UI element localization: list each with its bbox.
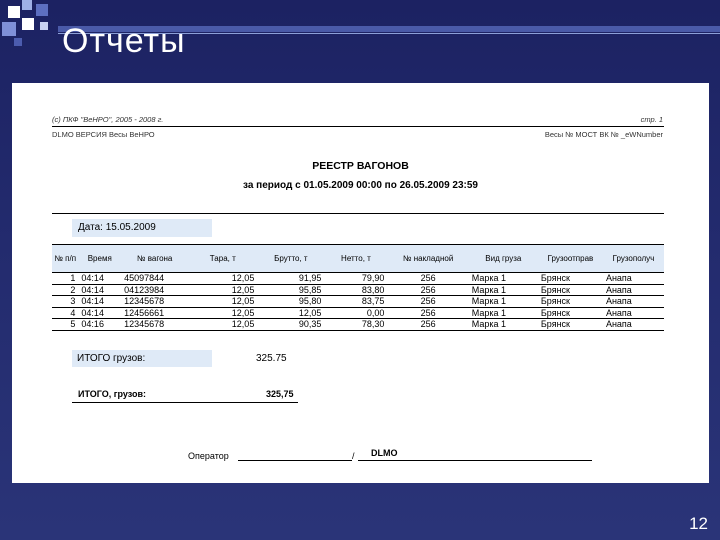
cell: 78,30 — [324, 318, 388, 331]
title-divider — [52, 213, 664, 214]
table-header-row: № п/п Время № вагона Тара, т Брутто, т Н… — [52, 244, 664, 273]
slide-header: Отчеты — [0, 0, 720, 62]
cell: 12,05 — [188, 295, 258, 308]
cell: Анапа — [602, 272, 664, 285]
col-header: № вагона — [121, 244, 189, 273]
cell: 83,80 — [324, 284, 388, 296]
cell: 0,00 — [324, 307, 388, 319]
cell: 256 — [387, 307, 469, 319]
cell: 83,75 — [324, 295, 388, 308]
cell: 12,05 — [188, 307, 258, 319]
col-header: Брутто, т — [257, 244, 325, 273]
cell: 04:14 — [78, 272, 122, 285]
operator-label: Оператор — [188, 451, 229, 461]
cell: 04:14 — [78, 295, 122, 308]
date-box: Дата: 15.05.2009 — [72, 219, 212, 237]
cell: 12345678 — [121, 295, 189, 308]
col-header: Нетто, т — [324, 244, 388, 273]
header-divider — [52, 126, 664, 127]
cell: Брянск — [537, 307, 603, 319]
cell: 256 — [387, 318, 469, 331]
date-value: 15.05.2009 — [105, 222, 156, 233]
name-line — [358, 460, 592, 461]
total2-value: 325,75 — [266, 389, 294, 399]
signature-line — [238, 460, 352, 461]
cell: Анапа — [602, 295, 664, 308]
cell: 12456661 — [121, 307, 189, 319]
cell: 95,80 — [257, 295, 325, 308]
col-header: Вид груза — [468, 244, 538, 273]
cell: 1 — [52, 272, 79, 285]
table-row: 5 04:16 12345678 12,05 90,35 78,30 256 М… — [52, 318, 664, 331]
cell: Брянск — [537, 295, 603, 308]
cell: 256 — [387, 295, 469, 308]
cell: 3 — [52, 295, 79, 308]
report-period: за период с 01.05.2009 00:00 по 26.05.20… — [243, 180, 478, 191]
slide-title: Отчеты — [62, 22, 186, 60]
cell: 5 — [52, 318, 79, 331]
report-title: РЕЕСТР ВАГОНОВ — [312, 160, 409, 172]
cell: 12,05 — [257, 307, 325, 319]
cell: 91,95 — [257, 272, 325, 285]
total-box: ИТОГО грузов: — [72, 350, 212, 367]
cell: 4 — [52, 307, 79, 319]
cell: 04:16 — [78, 318, 122, 331]
total-underline — [72, 402, 298, 403]
col-header: Грузополуч — [602, 244, 664, 273]
cell: Марка 1 — [468, 295, 538, 308]
col-header: Грузоотправ — [537, 244, 603, 273]
total2-label: ИТОГО, грузов: — [78, 389, 147, 399]
cell: Брянск — [537, 284, 603, 296]
copyright-text: (с) ПКФ "ВеНРО", 2005 - 2008 г. — [52, 115, 164, 124]
cell: 12,05 — [188, 272, 258, 285]
signature-slash: / — [352, 451, 355, 461]
cell: 04123984 — [121, 284, 189, 296]
cell: Анапа — [602, 284, 664, 296]
table-row: 2 04:14 04123984 12,05 95,85 83,80 256 М… — [52, 284, 664, 296]
cell: 45097844 — [121, 272, 189, 285]
page-number: 12 — [689, 514, 708, 533]
col-header: № накладной — [387, 244, 469, 273]
cell: 256 — [387, 284, 469, 296]
cell: 12,05 — [188, 284, 258, 296]
cell: Брянск — [537, 318, 603, 331]
table-row: 4 04:14 12456661 12,05 12,05 0,00 256 Ма… — [52, 307, 664, 319]
cell: 12345678 — [121, 318, 189, 331]
col-header: № п/п — [52, 244, 79, 273]
register-table: № п/п Время № вагона Тара, т Брутто, т Н… — [52, 244, 664, 331]
software-text: DLMO ВЕРСИЯ Весы ВеНРО — [52, 130, 155, 139]
cell: 2 — [52, 284, 79, 296]
cell: Марка 1 — [468, 284, 538, 296]
cell: 95,85 — [257, 284, 325, 296]
date-label: Дата: — [78, 222, 103, 233]
cell: Марка 1 — [468, 307, 538, 319]
page-label: стр. 1 — [640, 115, 663, 124]
cell: 79,90 — [324, 272, 388, 285]
total-value: 325.75 — [256, 353, 287, 364]
table-row: 3 04:14 12345678 12,05 95,80 83,75 256 М… — [52, 295, 664, 308]
cell: Анапа — [602, 307, 664, 319]
cell: 256 — [387, 272, 469, 285]
cell: Марка 1 — [468, 318, 538, 331]
scale-text: Весы № МОСТ ВК № _eWNumber — [544, 130, 663, 139]
corner-decoration — [0, 0, 60, 60]
cell: Анапа — [602, 318, 664, 331]
table-row: 1 04:14 45097844 12,05 91,95 79,90 256 М… — [52, 272, 664, 285]
report-sheet: (с) ПКФ "ВеНРО", 2005 - 2008 г. стр. 1 D… — [12, 83, 709, 483]
cell: 04:14 — [78, 284, 122, 296]
cell: 04:14 — [78, 307, 122, 319]
cell: 90,35 — [257, 318, 325, 331]
col-header: Тара, т — [188, 244, 258, 273]
cell: Марка 1 — [468, 272, 538, 285]
operator-name: DLMO — [371, 448, 398, 458]
cell: Брянск — [537, 272, 603, 285]
cell: 12,05 — [188, 318, 258, 331]
col-header: Время — [78, 244, 122, 273]
